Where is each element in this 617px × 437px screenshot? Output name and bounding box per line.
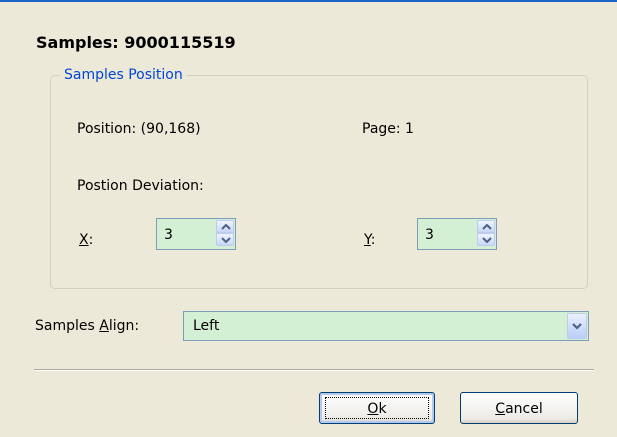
separator [34,369,594,371]
ok-accel: O [367,401,379,417]
ok-button-label: Ok [320,400,434,418]
x-label: X: [79,231,93,249]
x-deviation-value: 3 [164,227,173,243]
y-label-accel: Y [364,232,371,248]
cancel-accel: C [495,401,506,417]
samples-align-label-accel: A [99,318,109,334]
y-deviation-value: 3 [425,227,434,243]
page-label: Page: 1 [362,121,414,137]
x-spin-up-button[interactable] [216,220,234,233]
y-spin-buttons [477,220,495,246]
window-top-border [0,0,617,2]
x-deviation-spinner[interactable]: 3 [156,218,236,250]
x-label-accel: X [79,232,89,248]
y-spin-up-button[interactable] [477,220,495,233]
x-spin-buttons [216,220,234,246]
y-label: Y: [364,231,375,249]
x-spin-down-button[interactable] [216,233,234,246]
chevron-down-icon [572,323,582,330]
cancel-button-label: Cancel [461,400,577,418]
samples-align-label: Samples Align: [35,317,139,335]
chevron-down-icon [482,237,492,243]
y-label-suffix: : [370,232,376,248]
dialog-heading: Samples: 9000115519 [36,33,236,52]
groupbox-legend: Samples Position [60,66,187,84]
samples-align-label-prefix: Samples [35,318,100,334]
samples-align-selected: Left [193,318,220,334]
chevron-down-icon [221,237,231,243]
samples-align-dropdown[interactable]: Left [183,311,589,341]
y-spin-down-button[interactable] [477,233,495,246]
y-deviation-spinner[interactable]: 3 [417,218,497,250]
cancel-button[interactable]: Cancel [460,392,578,424]
position-deviation-label: Postion Deviation: [77,178,204,194]
samples-align-dropdown-button[interactable] [567,313,587,339]
cancel-rest: ancel [505,401,543,417]
ok-button[interactable]: Ok [319,392,435,424]
samples-align-label-rest: lign: [108,318,140,334]
chevron-up-icon [482,224,492,230]
chevron-up-icon [221,224,231,230]
ok-rest: k [378,401,387,417]
position-label: Position: (90,168) [77,121,201,137]
x-label-suffix: : [88,232,94,248]
